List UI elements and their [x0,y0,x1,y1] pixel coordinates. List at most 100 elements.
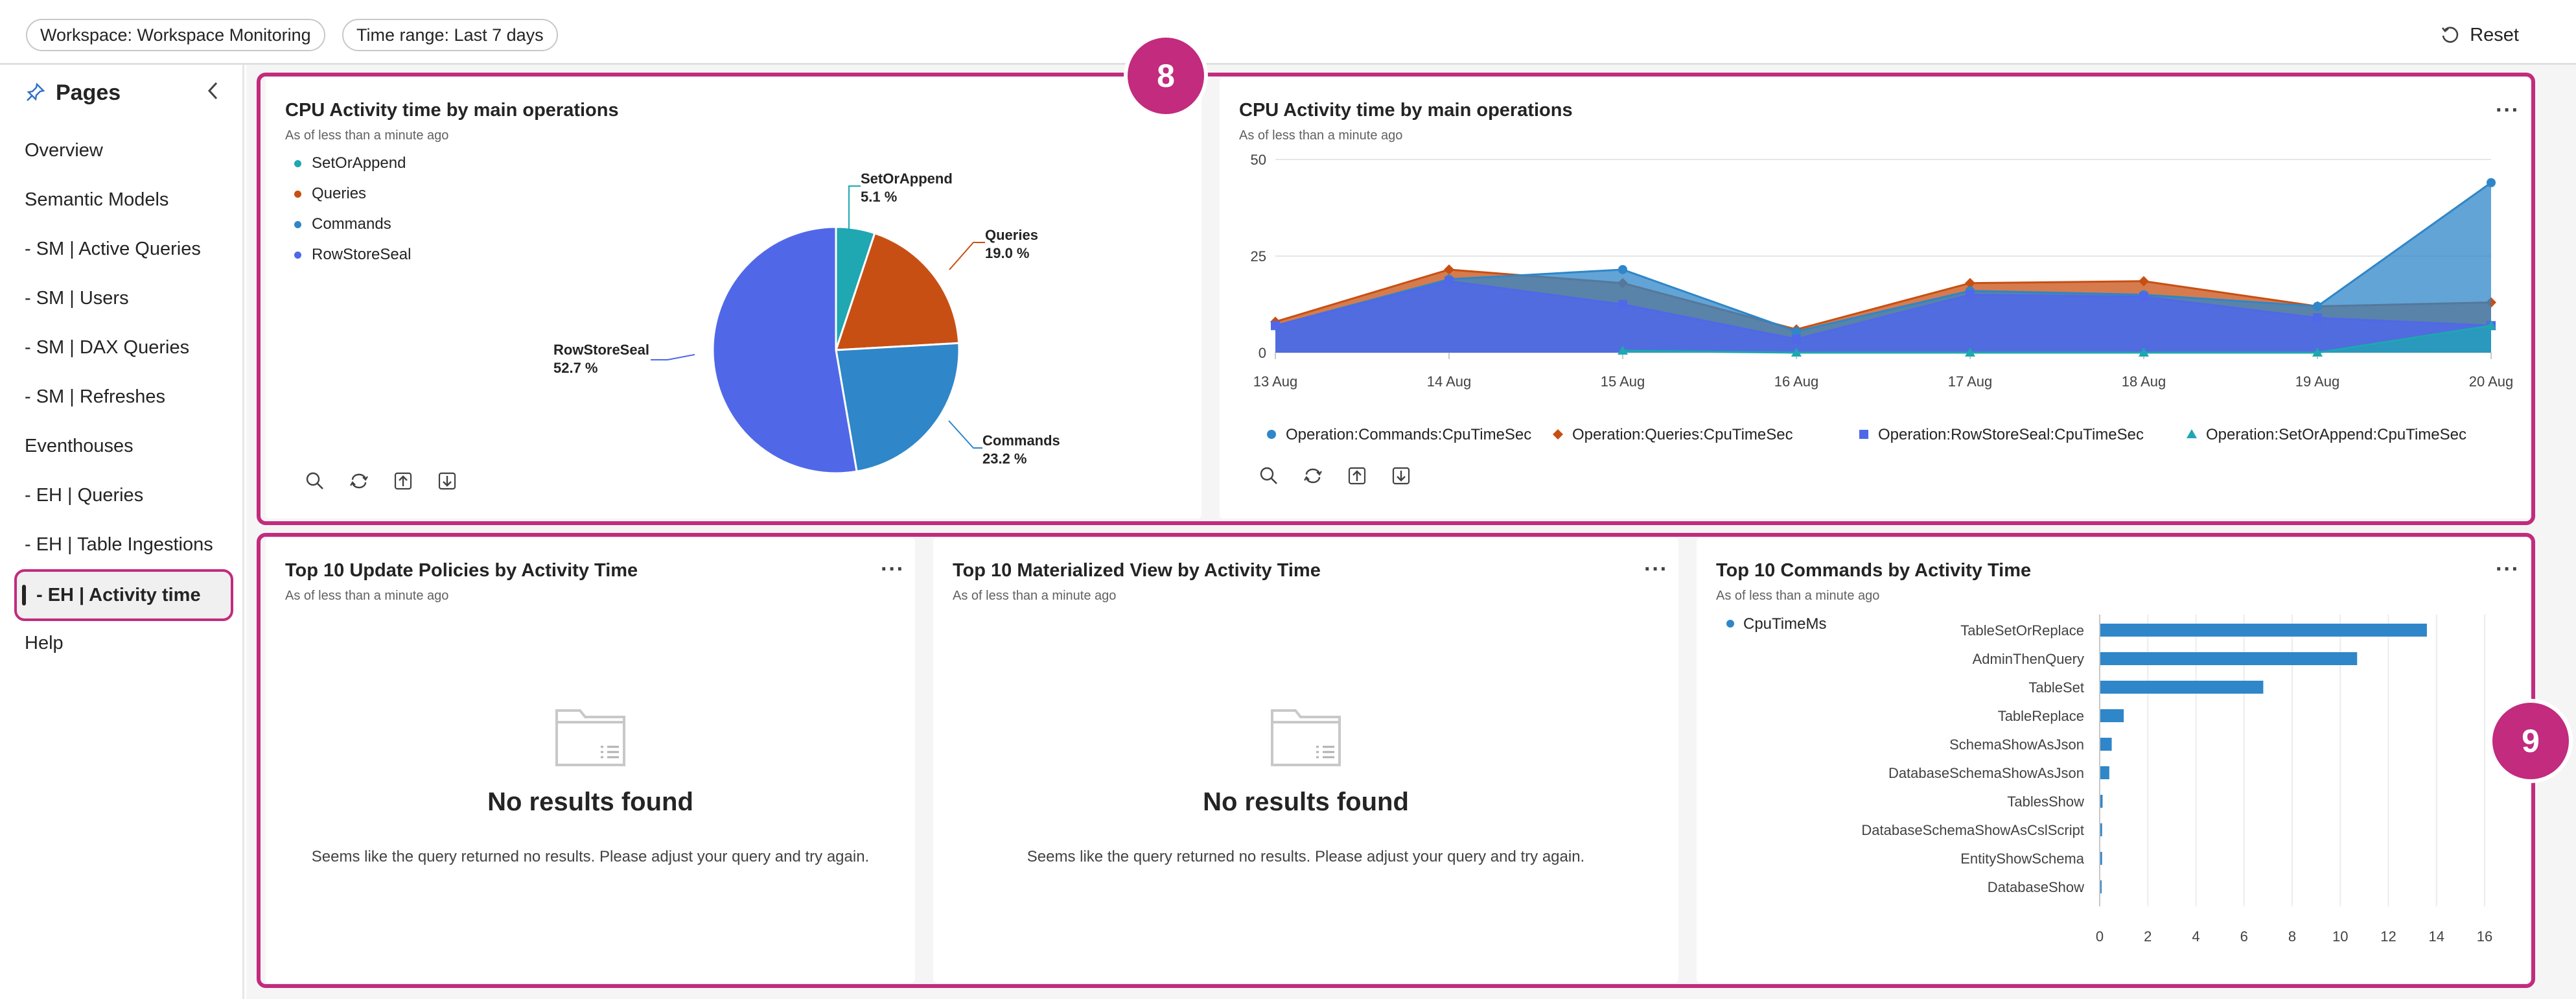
y-category-label: TableSetOrReplace [1960,622,2084,639]
collapse-sidebar-button[interactable] [203,78,223,104]
legend-dot [294,159,301,167]
bar[interactable] [2100,652,2358,665]
empty-state: No results found Seems like the query re… [933,705,1678,866]
area-tile-toolbar [1259,465,1411,486]
data-point[interactable] [1445,276,1454,286]
tile-title: Top 10 Update Policies by Activity Time [285,560,638,581]
data-point[interactable] [2313,301,2322,311]
sidebar-item[interactable]: Semantic Models [25,180,168,219]
zoom-icon[interactable] [305,471,325,491]
zoom-icon[interactable] [1259,465,1279,486]
x-tick-label: 15 Aug [1601,373,1645,390]
pie-tile-toolbar [305,471,458,491]
bar[interactable] [2100,709,2124,722]
sidebar-item[interactable]: - EH | Table Ingestions [25,525,213,564]
legend-dot [294,190,301,198]
x-tick-label: 20 Aug [2469,373,2514,390]
download-icon[interactable] [437,471,458,491]
update-policies-tile: Top 10 Update Policies by Activity Time … [266,538,915,983]
filter-bar: Workspace: Workspace Monitoring Time ran… [0,0,2576,65]
pie-chart-tile: CPU Activity time by main operations As … [266,78,1201,519]
data-point[interactable] [1966,290,1975,300]
empty-text: Seems like the query returned no results… [1027,848,1585,865]
legend-item[interactable]: Commands [294,215,391,233]
time-range-filter[interactable]: Time range: Last 7 days [342,19,558,51]
sidebar-item[interactable]: - EH | Queries [25,476,143,515]
y-tick-label: 50 [1251,152,1266,168]
more-options-icon[interactable]: ··· [881,558,905,580]
reset-button[interactable]: Reset [2440,21,2519,49]
sidebar-item[interactable]: - SM | DAX Queries [25,328,189,367]
data-point[interactable] [2139,292,2148,301]
bar[interactable] [2100,681,2264,694]
pie-label-name: Queries [985,227,1038,243]
export-icon[interactable] [393,471,413,491]
legend-dot [294,220,301,228]
workspace-filter[interactable]: Workspace: Workspace Monitoring [26,19,325,51]
materialized-view-tile: Top 10 Materialized View by Activity Tim… [933,538,1678,983]
legend-dot [1726,620,1734,628]
legend-label[interactable]: Operation:SetOrAppend:CpuTimeSec [2206,426,2466,443]
bar-chart: 0 2 4 6 8 10 12 14 16 TableSetOrReplace AdminThenQ… [1726,615,2492,945]
legend-item[interactable]: Queries [294,185,366,203]
pie-label-value: 52.7 % [553,360,598,376]
pie-label-value: 5.1 % [861,189,897,205]
y-tick-label: 25 [1251,248,1266,264]
sidebar-item[interactable]: - SM | Refreshes [25,377,165,416]
pie-leader-line [949,242,985,270]
bar[interactable] [2100,738,2112,751]
empty-title: No results found [487,788,693,816]
data-point[interactable] [1792,327,1801,336]
tile-title: Top 10 Materialized View by Activity Tim… [953,560,1321,581]
legend-item[interactable]: SetOrAppend [294,154,406,172]
pie-leader-line [848,185,861,231]
tile-subtitle: As of less than a minute ago [285,589,449,603]
empty-title: No results found [1203,788,1409,816]
legend-item[interactable]: RowStoreSeal [294,246,411,264]
bar[interactable] [2100,624,2427,637]
data-point[interactable] [1618,300,1627,309]
y-tick-label: 0 [1259,345,1266,361]
bar[interactable] [2100,766,2109,779]
sidebar-item[interactable]: Help [25,624,64,663]
refresh-icon[interactable] [1303,465,1323,486]
legend-label: SetOrAppend [312,154,406,172]
data-point[interactable] [2313,313,2322,323]
data-point[interactable] [1271,321,1280,331]
legend-label[interactable]: Operation:RowStoreSeal:CpuTimeSec [1878,426,2144,443]
y-category-label: TableReplace [1998,708,2084,724]
sidebar-item[interactable]: Overview [25,131,103,170]
legend-marker [1859,430,1868,439]
sidebar-item[interactable]: - SM | Users [25,279,129,318]
x-tick-label: 12 [2380,928,2396,945]
sidebar-item[interactable]: - EH | Activity time [14,569,233,621]
pie-label-name: Commands [982,432,1060,449]
download-icon[interactable] [1391,465,1411,486]
data-point[interactable] [1792,335,1801,344]
y-category-label: EntityShowSchema [1960,851,2085,867]
data-point[interactable] [1618,264,1627,274]
x-tick-label: 4 [2192,928,2199,945]
legend-label[interactable]: Operation:Queries:CpuTimeSec [1572,426,1793,443]
legend-dot [294,251,301,259]
refresh-icon[interactable] [349,471,369,491]
pages-title: Pages [56,80,121,105]
legend-label[interactable]: CpuTimeMs [1743,615,1826,633]
pie-label-value: 19.0 % [985,245,1030,261]
legend-label: RowStoreSeal [312,246,412,263]
area-chart: 0 25 50 13 Aug 14 Aug 15 Aug 16 Aug 17 Aug 18 Au… [1251,152,2514,443]
sidebar-item[interactable]: - SM | Active Queries [25,229,201,268]
reset-label: Reset [2470,25,2519,45]
y-category-label: TablesShow [2007,793,2084,810]
callout-badge-9: 9 [2489,699,2573,783]
legend-label[interactable]: Operation:Commands:CpuTimeSec [1286,426,1531,443]
sidebar-item[interactable]: Eventhouses [25,427,133,465]
data-point[interactable] [2487,178,2496,187]
export-icon[interactable] [1347,465,1367,486]
pie-slice-rowstoreseal[interactable] [712,226,858,475]
more-options-icon[interactable]: ··· [1644,558,1668,580]
callout-badge-8: 8 [1124,34,1208,118]
legend-marker [1553,429,1563,440]
x-tick-label: 19 Aug [2295,373,2340,390]
y-category-label: DatabaseShow [1988,879,2084,895]
